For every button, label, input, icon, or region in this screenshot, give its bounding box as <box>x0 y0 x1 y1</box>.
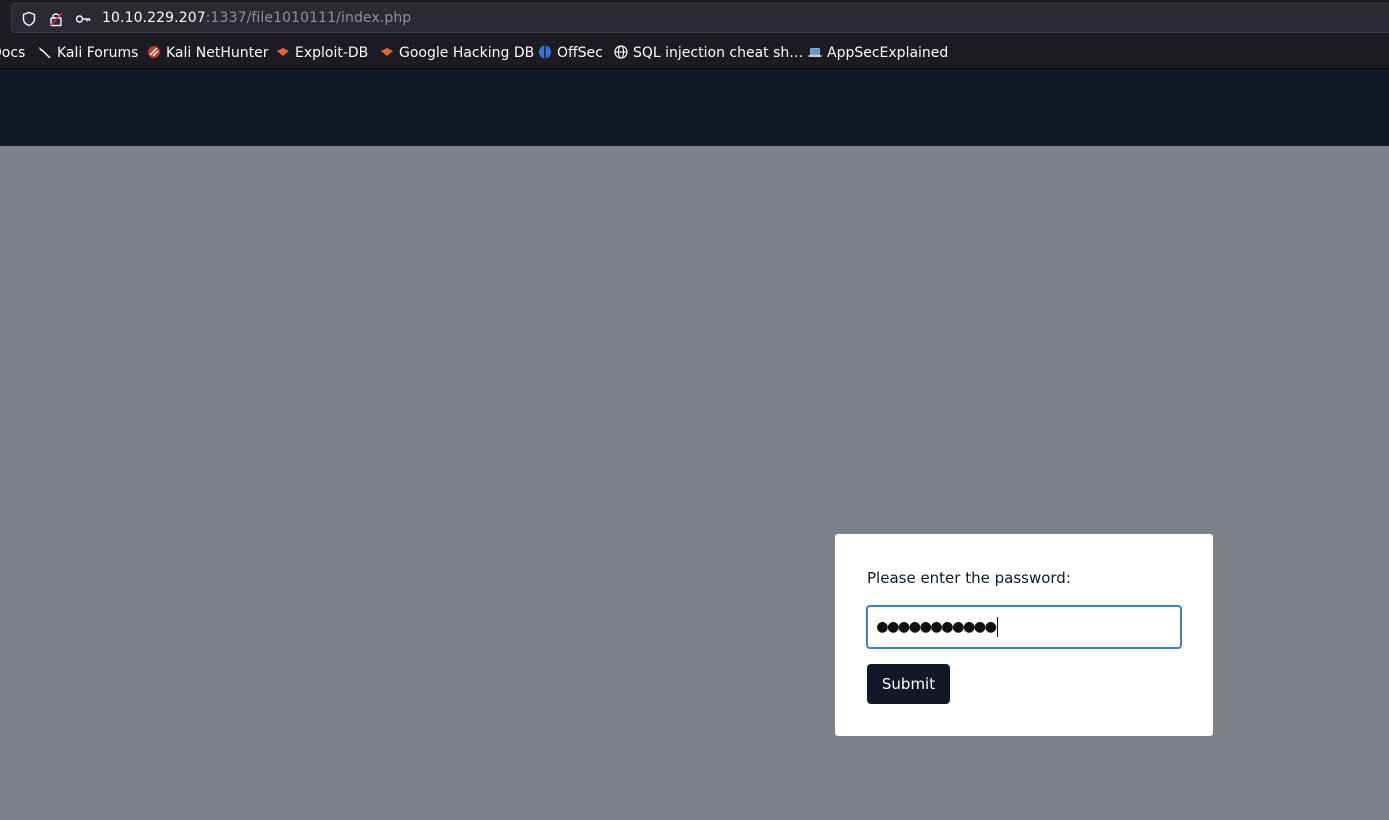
bookmark-label: SQL injection cheat sh… <box>633 45 804 61</box>
bookmark-offsec[interactable]: OffSec <box>538 45 603 61</box>
bookmark-sql-injection-cheat-sheet[interactable]: SQL injection cheat sh… <box>614 45 803 61</box>
url-path: :1337/file1010111/index.php <box>205 10 412 26</box>
bookmark-kali-nethunter[interactable]: Kali NetHunter <box>147 45 268 61</box>
bookmark-kali-forums[interactable]: Kali Forums <box>38 45 138 61</box>
bookmark-label: OffSec <box>557 45 603 61</box>
bookmark-exploit-db[interactable]: Exploit-DB <box>276 45 368 61</box>
exploit-db-icon <box>277 48 289 56</box>
url-host: 10.10.229.207 <box>102 10 206 26</box>
password-label: Please enter the password: <box>867 569 1071 587</box>
url-text[interactable]: 10.10.229.207:1337/file1010111/index.php <box>102 10 411 26</box>
bookmark-label: Kali Forums <box>57 45 139 61</box>
bookmark-label: Google Hacking DB <box>399 45 535 61</box>
password-input[interactable]: ●●●●●●●●●●● <box>866 605 1182 649</box>
shield-icon[interactable] <box>21 11 37 27</box>
password-value: ●●●●●●●●●●● <box>877 616 997 637</box>
bookmark-label: Exploit-DB <box>295 45 369 61</box>
bookmark-label: AppSecExplained <box>827 45 949 61</box>
submit-button[interactable]: Submit <box>867 664 950 704</box>
bookmark-docs[interactable]: Docs <box>0 45 25 61</box>
offsec-icon <box>539 45 551 59</box>
browser-chrome: 10.10.229.207:1337/file1010111/index.php… <box>0 0 1389 69</box>
password-card: Please enter the password: ●●●●●●●●●●● S… <box>835 534 1213 736</box>
site-header <box>0 69 1389 146</box>
address-bar[interactable]: 10.10.229.207:1337/file1010111/index.php <box>11 3 1389 33</box>
globe-icon <box>614 45 628 59</box>
kali-dragon-icon <box>39 47 51 58</box>
text-caret <box>997 617 999 637</box>
bookmark-label: Docs <box>0 45 26 61</box>
bookmarks-toolbar: Docs Kali Forums Kali NetHunter Exploit-… <box>0 36 1389 69</box>
ghdb-icon <box>381 48 393 56</box>
bookmark-appsecexplained[interactable]: AppSecExplained <box>808 45 948 61</box>
bookmark-label: Kali NetHunter <box>166 45 269 61</box>
bookmark-google-hacking-db[interactable]: Google Hacking DB <box>380 45 534 61</box>
laptop-icon <box>808 48 822 57</box>
nethunter-icon <box>148 46 160 58</box>
insecure-lock-icon[interactable] <box>48 11 64 27</box>
key-icon[interactable] <box>75 11 91 27</box>
